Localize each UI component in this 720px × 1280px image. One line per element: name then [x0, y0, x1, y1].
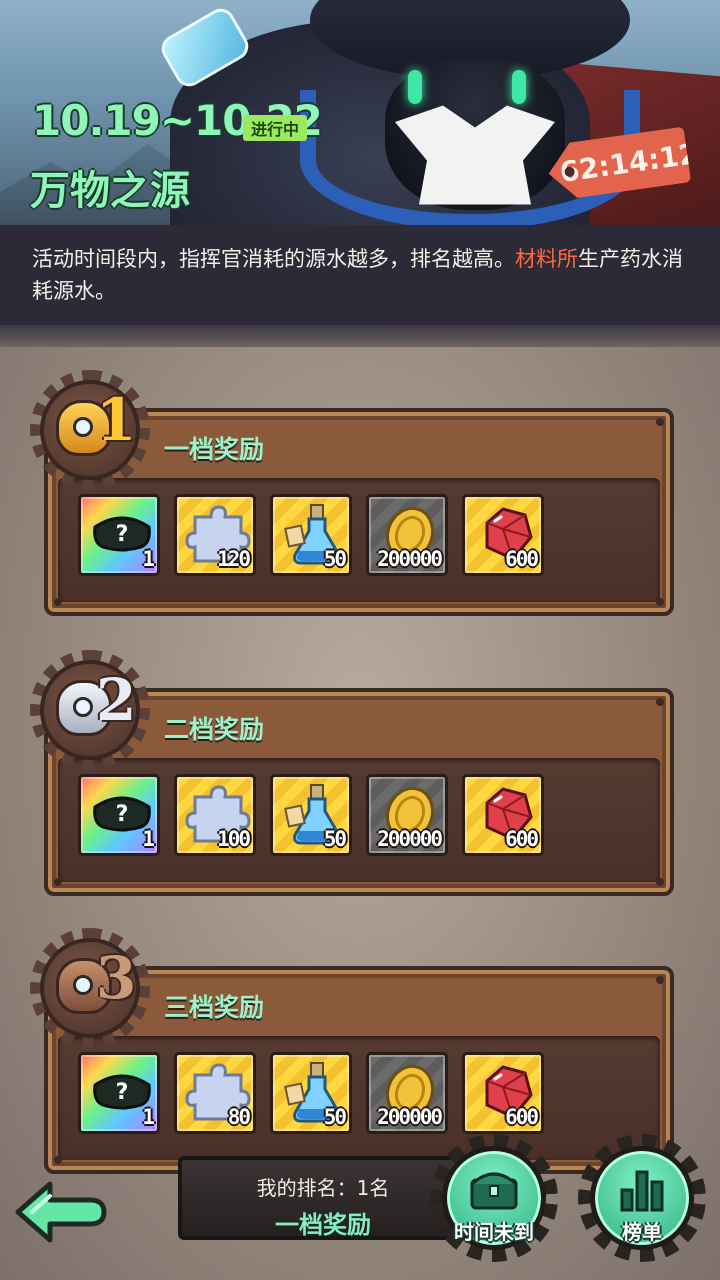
event-status-badge: 进行中	[243, 115, 308, 141]
reward-item-quantity: 200000	[377, 547, 443, 571]
description-highlight-link[interactable]: 材料所	[515, 247, 578, 271]
claim-button-label: 时间未到	[454, 1220, 534, 1244]
rank-number: 2	[96, 666, 137, 734]
my-rank-panel: 我的排名：1名 一档奖励	[178, 1156, 468, 1240]
reward-item[interactable]: 200000	[366, 494, 448, 576]
reward-item[interactable]: 600	[462, 774, 544, 856]
claim-reward-button[interactable]: 时间未到	[430, 1134, 558, 1262]
reward-item[interactable]: ? 1	[78, 774, 160, 856]
rivet	[656, 698, 664, 706]
reward-tier-3: 三档奖励 ? 1 80 50 200000 600 3	[30, 928, 674, 1174]
event-title: 万物之源	[30, 168, 190, 214]
reward-tier-1: 一档奖励 ? 1 120 50 200000 600 1	[30, 370, 674, 616]
reward-item-quantity: 1	[142, 547, 155, 571]
svg-text:?: ?	[116, 1080, 129, 1105]
back-button[interactable]	[12, 1176, 108, 1248]
character-eye-left	[408, 70, 422, 104]
treasure-chest-icon	[470, 1172, 518, 1210]
my-tier-text: 一档奖励	[275, 1211, 371, 1239]
reward-items-row: ? 1 80 50 200000 600	[78, 1052, 544, 1134]
rivet	[656, 976, 664, 984]
reward-item[interactable]: 200000	[366, 774, 448, 856]
reward-item[interactable]: 120	[174, 494, 256, 576]
leaderboard-button[interactable]: 榜单	[578, 1134, 706, 1262]
reward-item-quantity: 100	[217, 827, 251, 851]
gem-eye-icon	[73, 417, 93, 437]
rank-medal-icon: 3	[30, 928, 150, 1048]
reward-item[interactable]: ? 1	[78, 494, 160, 576]
svg-text:?: ?	[116, 522, 129, 547]
reward-item-quantity: 600	[505, 827, 539, 851]
reward-item-quantity: 120	[217, 547, 251, 571]
tier-label: 二档奖励	[164, 715, 265, 744]
rank-medal-icon: 1	[30, 370, 150, 490]
reward-item[interactable]: 50	[270, 494, 352, 576]
reward-tier-2: 二档奖励 ? 1 100 50 200000 600 2	[30, 650, 674, 896]
reward-item-quantity: 50	[323, 1105, 347, 1129]
leaderboard-button-label: 榜单	[622, 1220, 662, 1244]
reward-item-quantity: 200000	[377, 1105, 443, 1129]
rank-medal-icon: 2	[30, 650, 150, 770]
reward-item-quantity: 80	[227, 1105, 251, 1129]
reward-item-quantity: 600	[505, 1105, 539, 1129]
bar-chart-icon	[620, 1170, 664, 1212]
reward-item[interactable]: 100	[174, 774, 256, 856]
divider	[0, 325, 720, 347]
gem-eye-icon	[73, 975, 93, 995]
reward-items-row: ? 1 120 50 200000 600	[78, 494, 544, 576]
reward-item[interactable]: 200000	[366, 1052, 448, 1134]
tier-label: 三档奖励	[164, 993, 265, 1022]
reward-item[interactable]: ? 1	[78, 1052, 160, 1134]
reward-item-quantity: 600	[505, 547, 539, 571]
reward-item-quantity: 1	[142, 1105, 155, 1129]
description-prefix: 活动时间段内，指挥官消耗的源水越多，排名越高。	[32, 247, 515, 271]
reward-item[interactable]: 50	[270, 774, 352, 856]
tier-label: 一档奖励	[164, 435, 265, 464]
reward-item[interactable]: 80	[174, 1052, 256, 1134]
reward-item-quantity: 200000	[377, 827, 443, 851]
my-rank-text: 我的排名：1名	[256, 1176, 390, 1200]
reward-items-row: ? 1 100 50 200000 600	[78, 774, 544, 856]
svg-text:?: ?	[116, 802, 129, 827]
reward-item-quantity: 50	[323, 827, 347, 851]
reward-item[interactable]: 50	[270, 1052, 352, 1134]
reward-item[interactable]: 600	[462, 494, 544, 576]
back-arrow-icon	[15, 1181, 107, 1243]
reward-item-quantity: 50	[323, 547, 347, 571]
reward-item[interactable]: 600	[462, 1052, 544, 1134]
reward-item-quantity: 1	[142, 827, 155, 851]
gem-eye-icon	[73, 697, 93, 717]
countdown-text: 62:14:12	[557, 136, 701, 189]
event-description: 活动时间段内，指挥官消耗的源水越多，排名越高。材料所生产药水消耗源水。	[0, 225, 720, 325]
rank-number: 3	[96, 944, 137, 1012]
rank-number: 1	[96, 386, 137, 454]
rivet	[656, 418, 664, 426]
character-eye-right	[512, 70, 526, 104]
